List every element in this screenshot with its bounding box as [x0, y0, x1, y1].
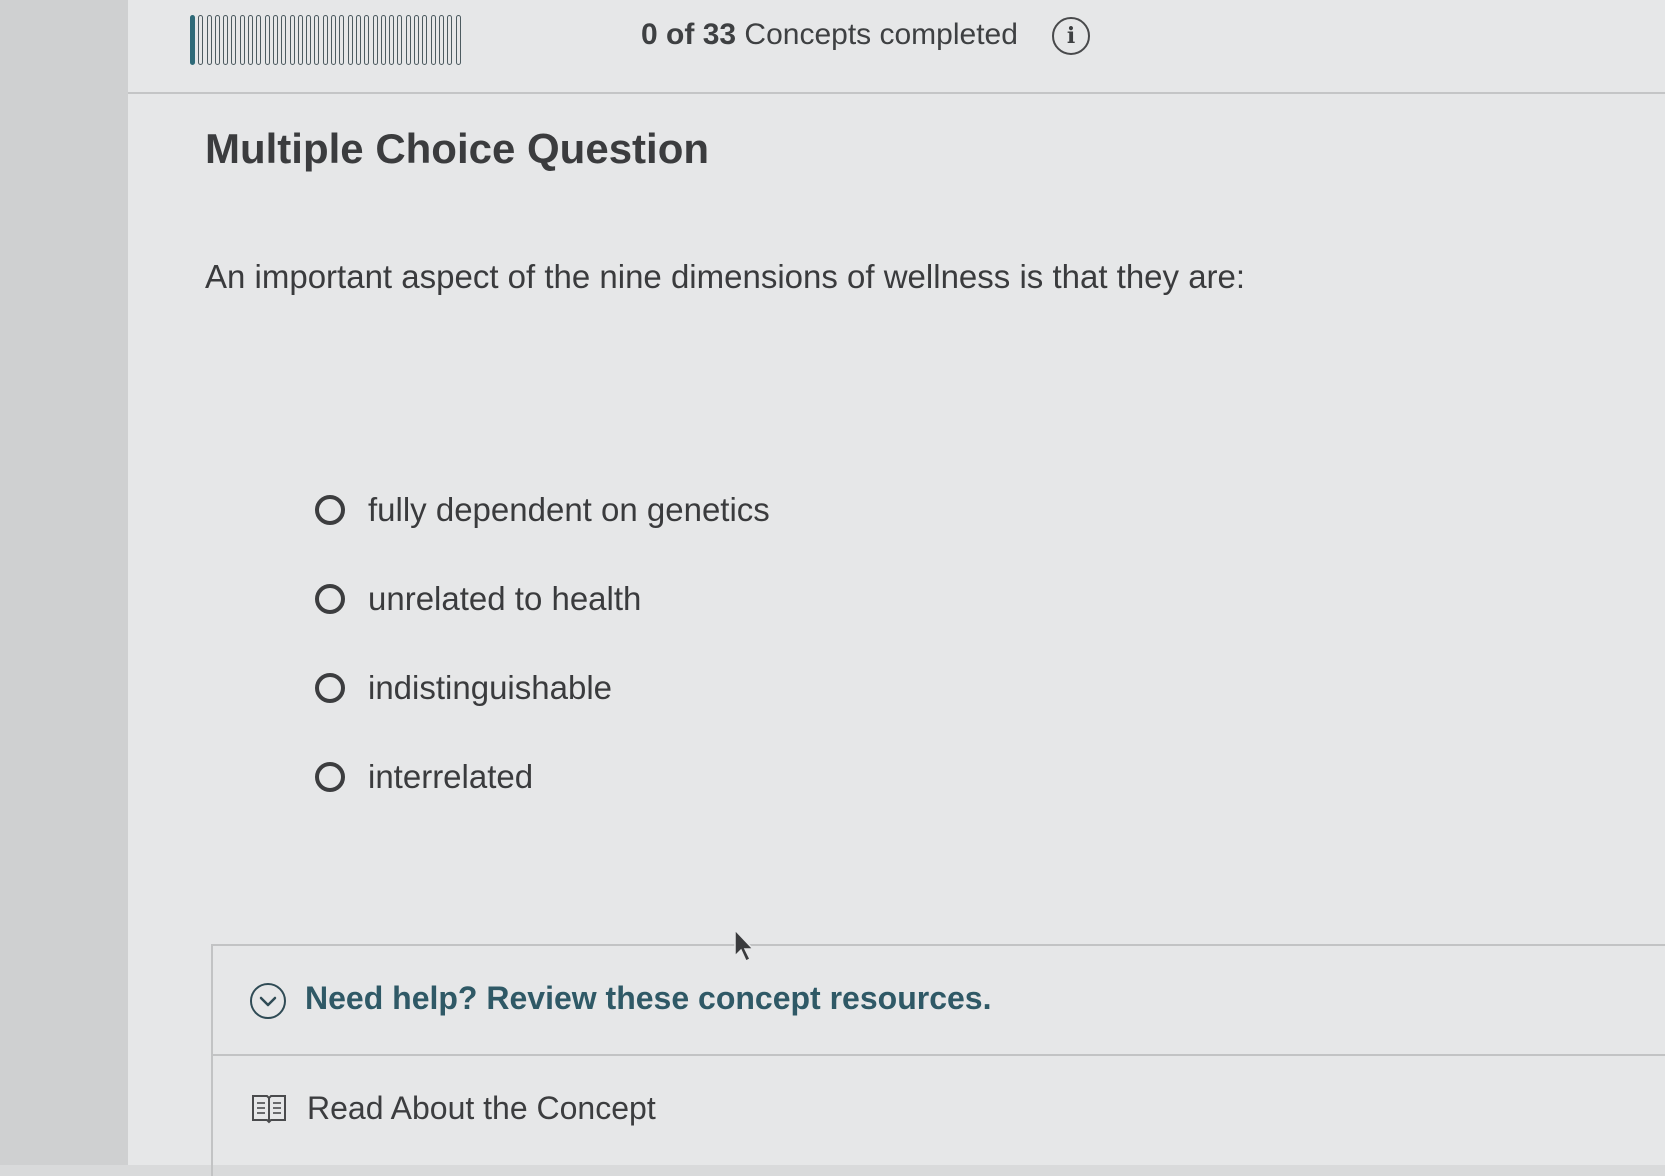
resource-label: Read About the Concept: [307, 1089, 656, 1126]
answer-option[interactable]: fully dependent on genetics: [315, 465, 770, 554]
progress-segment: [306, 15, 312, 65]
progress-segment: [231, 15, 237, 65]
progress-segment: [281, 15, 287, 65]
answer-option-label: interrelated: [368, 757, 534, 795]
progress-segment: [347, 15, 353, 65]
progress-segment: [264, 15, 270, 65]
of-word: of: [666, 18, 695, 51]
progress-segment: [389, 15, 395, 65]
progress-segment: [364, 15, 370, 65]
answer-option-label: indistinguishable: [368, 668, 613, 706]
radio-button[interactable]: [315, 494, 345, 525]
mouse-pointer-icon: [734, 928, 755, 963]
help-resources-box: Need help? Review these concept resource…: [211, 944, 1665, 1176]
progress-segment: [214, 15, 220, 65]
progress-segment: [256, 15, 262, 65]
chevron-down-icon[interactable]: [250, 983, 286, 1019]
progress-segment: [206, 15, 212, 65]
radio-button[interactable]: [315, 583, 345, 614]
progress-segment: [430, 15, 436, 65]
answer-option-label: unrelated to health: [368, 579, 642, 617]
progress-segment: [331, 15, 337, 65]
answer-option-label: fully dependent on genetics: [368, 490, 770, 528]
progress-segment: [314, 15, 320, 65]
progress-segment: [198, 15, 204, 65]
completed-count: 0: [641, 18, 658, 51]
progress-segment: [239, 15, 245, 65]
answer-option[interactable]: interrelated: [315, 732, 770, 821]
read-about-concept-link[interactable]: Read About the Concept: [251, 1086, 656, 1130]
progress-segment: [322, 15, 328, 65]
progress-segment: [438, 15, 444, 65]
progress-segment: [422, 15, 428, 65]
question-prompt: An important aspect of the nine dimensio…: [205, 258, 1246, 295]
progress-segment: [223, 15, 229, 65]
left-gutter: [0, 0, 128, 1165]
total-count: 33: [702, 18, 737, 51]
progress-segment: [248, 15, 254, 65]
answer-options: fully dependent on genetics unrelated to…: [315, 465, 770, 821]
progress-segment: [372, 15, 378, 65]
progress-segment: [289, 15, 295, 65]
progress-segment: [414, 15, 420, 65]
question-panel: 0 of 33 Concepts completed i Multiple Ch…: [128, 0, 1665, 1176]
book-icon: [251, 1092, 287, 1124]
progress-segment: [455, 15, 461, 65]
progress-segment: [339, 15, 345, 65]
answer-option[interactable]: indistinguishable: [315, 643, 770, 732]
progress-segment: [405, 15, 411, 65]
help-title: Need help? Review these concept resource…: [305, 980, 992, 1016]
radio-button[interactable]: [315, 672, 345, 703]
answer-option[interactable]: unrelated to health: [315, 554, 770, 643]
info-icon[interactable]: i: [1052, 17, 1090, 55]
progress-segment: [272, 15, 278, 65]
progress-text: 0 of 33 Concepts completed: [641, 18, 1018, 52]
help-toggle[interactable]: Need help? Review these concept resource…: [213, 946, 1665, 1056]
progress-segment: [190, 15, 195, 65]
progress-segment: [355, 15, 361, 65]
progress-segment: [297, 15, 303, 65]
question-type-heading: Multiple Choice Question: [205, 125, 710, 172]
progress-segment: [447, 15, 453, 65]
progress-header: 0 of 33 Concepts completed i: [128, 0, 1665, 94]
progress-segment: [397, 15, 403, 65]
progress-segment: [380, 15, 386, 65]
radio-button[interactable]: [315, 761, 345, 792]
concept-progress-bar: [190, 15, 461, 65]
progress-label: Concepts completed: [744, 18, 1018, 51]
